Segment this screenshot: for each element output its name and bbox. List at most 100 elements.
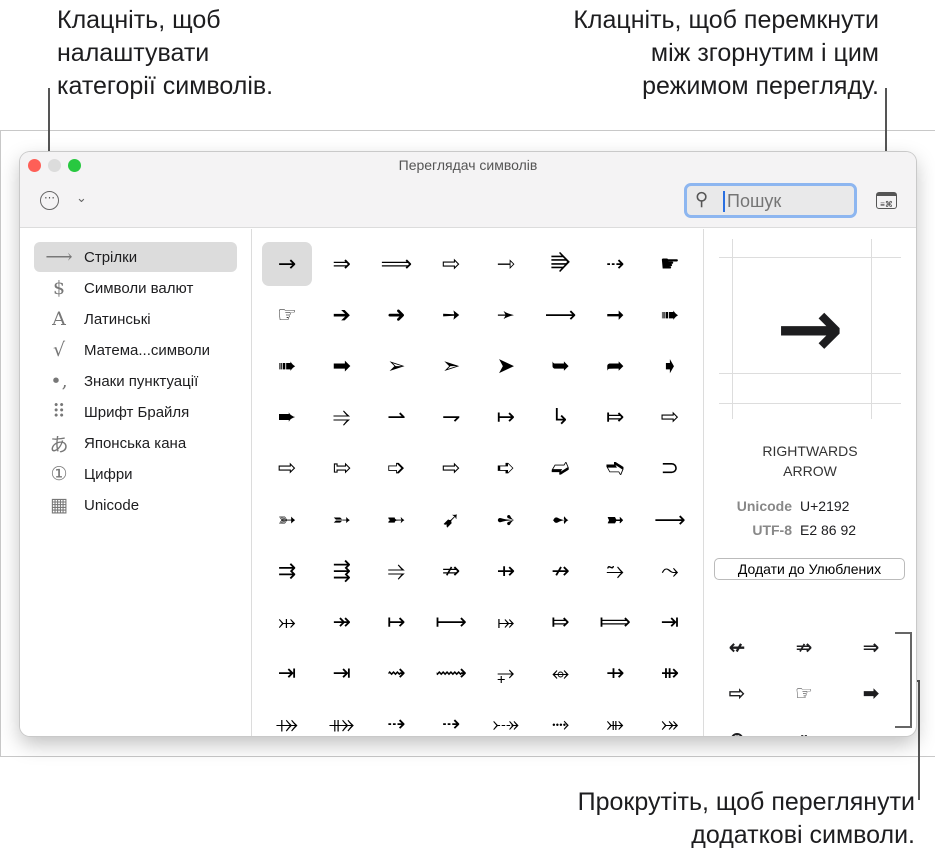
favorite-character[interactable]: ↚: [712, 627, 762, 667]
character-cell[interactable]: ➢: [371, 344, 421, 388]
add-to-favorites-button[interactable]: Додати до Улюблених: [714, 558, 905, 580]
character-cell[interactable]: ⇨: [262, 447, 312, 491]
favorite-character[interactable]: ☞: [779, 673, 829, 713]
search-input[interactable]: [723, 191, 843, 212]
character-cell[interactable]: ⟿: [426, 652, 476, 696]
character-cell[interactable]: ➞: [590, 293, 640, 337]
character-cell[interactable]: ⤕: [590, 703, 640, 736]
character-cell[interactable]: ⤁: [317, 703, 367, 736]
sidebar-item[interactable]: ⠿ Шрифт Брайля: [34, 397, 237, 427]
character-cell[interactable]: ⟶: [536, 293, 586, 337]
sidebar-item[interactable]: √ Матема...символи: [34, 335, 237, 365]
character-cell[interactable]: ⇒: [317, 242, 367, 286]
character-cell[interactable]: ➦: [590, 344, 640, 388]
character-cell[interactable]: ⤇: [536, 600, 586, 644]
character-cell[interactable]: ⇉: [262, 549, 312, 593]
character-cell[interactable]: ☛: [645, 242, 695, 286]
sidebar-item[interactable]: A Латинські: [34, 304, 237, 334]
character-cell[interactable]: ⥲: [590, 549, 640, 593]
character-cell[interactable]: ⇢: [590, 242, 640, 286]
character-cell[interactable]: ⇏: [426, 549, 476, 593]
character-cell[interactable]: ➤: [481, 344, 531, 388]
favorite-character[interactable]: ⟛: [779, 719, 829, 736]
character-cell[interactable]: ➵: [317, 498, 367, 542]
character-cell[interactable]: ➸: [371, 498, 421, 542]
sidebar-item[interactable]: $ Символи валют: [34, 273, 237, 303]
toggle-view-icon[interactable]: ≡⌘: [876, 192, 897, 209]
character-cell[interactable]: ⤔: [262, 600, 312, 644]
character-cell[interactable]: ↦: [371, 600, 421, 644]
sidebar-item[interactable]: ① Цифри: [34, 459, 237, 489]
sidebar-item[interactable]: ⟶ Стрілки: [34, 242, 237, 272]
character-cell[interactable]: ⟼: [426, 600, 476, 644]
favorite-character[interactable]: ⇨: [712, 673, 762, 713]
character-cell[interactable]: ⇶: [317, 549, 367, 593]
favorite-character[interactable]: ➡: [846, 673, 896, 713]
sidebar-item[interactable]: あ Японська кана: [34, 428, 237, 458]
character-cell[interactable]: ➔: [317, 293, 367, 337]
character-cell[interactable]: ➩: [371, 447, 421, 491]
character-cell[interactable]: ↛: [536, 549, 586, 593]
character-cell[interactable]: ➛: [481, 293, 531, 337]
character-cell[interactable]: →: [262, 242, 312, 286]
character-cell[interactable]: ⇨: [426, 447, 476, 491]
character-cell[interactable]: ⊃: [645, 447, 695, 491]
character-cell[interactable]: ⇾: [481, 242, 531, 286]
character-cell[interactable]: ➣: [426, 344, 476, 388]
character-cell[interactable]: ⤅: [481, 600, 531, 644]
character-cell[interactable]: ⤖: [645, 703, 695, 736]
character-cell[interactable]: ⇀: [371, 396, 421, 440]
favorite-character[interactable]: ⇒: [846, 627, 896, 667]
character-cell[interactable]: ➼: [590, 498, 640, 542]
favorite-character[interactable]: [846, 719, 896, 736]
character-cell[interactable]: ➻: [536, 498, 586, 542]
character-cell[interactable]: ⇰: [317, 447, 367, 491]
chevron-down-icon[interactable]: ⌄: [76, 190, 87, 206]
character-cell[interactable]: ⇢: [371, 703, 421, 736]
character-cell[interactable]: ➳: [262, 498, 312, 542]
sidebar-item[interactable]: ▦ Unicode: [34, 490, 237, 520]
character-cell[interactable]: ➡: [317, 344, 367, 388]
character-cell[interactable]: ⥅: [481, 652, 531, 696]
character-cell[interactable]: ⥈: [536, 652, 586, 696]
character-cell[interactable]: ➪: [481, 447, 531, 491]
character-cell[interactable]: ⤑: [536, 703, 586, 736]
favorite-character[interactable]: ⇏: [779, 627, 829, 667]
character-cell[interactable]: ➬: [590, 447, 640, 491]
character-cell[interactable]: ➫: [536, 447, 586, 491]
character-cell[interactable]: ⇥: [645, 600, 695, 644]
character-cell[interactable]: ⇁: [426, 396, 476, 440]
character-cell[interactable]: ↦: [481, 396, 531, 440]
character-cell[interactable]: ☞: [262, 293, 312, 337]
character-cell[interactable]: ⇸: [481, 549, 531, 593]
character-cell[interactable]: ⇻: [645, 652, 695, 696]
character-cell[interactable]: ⟹: [371, 242, 421, 286]
character-cell[interactable]: ➧: [645, 344, 695, 388]
more-options-icon[interactable]: ⋯: [40, 191, 59, 210]
character-cell[interactable]: ➠: [262, 344, 312, 388]
sidebar-item[interactable]: •, Знаки пунктуації: [34, 366, 237, 396]
character-cell[interactable]: ⟶: [645, 498, 695, 542]
character-cell[interactable]: ⇥: [317, 652, 367, 696]
character-cell[interactable]: ⇢: [426, 703, 476, 736]
character-cell[interactable]: ⇨: [426, 242, 476, 286]
character-cell[interactable]: ⤀: [262, 703, 312, 736]
character-cell[interactable]: ⟾: [590, 600, 640, 644]
character-cell[interactable]: ⇸: [590, 652, 640, 696]
favorite-character[interactable]: ⊕: [712, 719, 762, 736]
character-cell[interactable]: ↳: [536, 396, 586, 440]
character-cell[interactable]: ➜: [371, 293, 421, 337]
character-cell[interactable]: ➙: [426, 293, 476, 337]
character-cell[interactable]: ➹: [426, 498, 476, 542]
character-cell[interactable]: ⤇: [590, 396, 640, 440]
character-cell[interactable]: ⤐: [481, 703, 531, 736]
search-field[interactable]: ⚲: [684, 183, 857, 218]
character-cell[interactable]: ➥: [536, 344, 586, 388]
character-cell[interactable]: ⇝: [371, 652, 421, 696]
character-cell[interactable]: ➠: [645, 293, 695, 337]
character-cell[interactable]: ➺: [481, 498, 531, 542]
character-cell[interactable]: ⇨: [645, 396, 695, 440]
character-cell[interactable]: ⤳: [645, 549, 695, 593]
character-cell[interactable]: ⭆: [536, 242, 586, 286]
character-cell[interactable]: ⥤: [317, 396, 367, 440]
